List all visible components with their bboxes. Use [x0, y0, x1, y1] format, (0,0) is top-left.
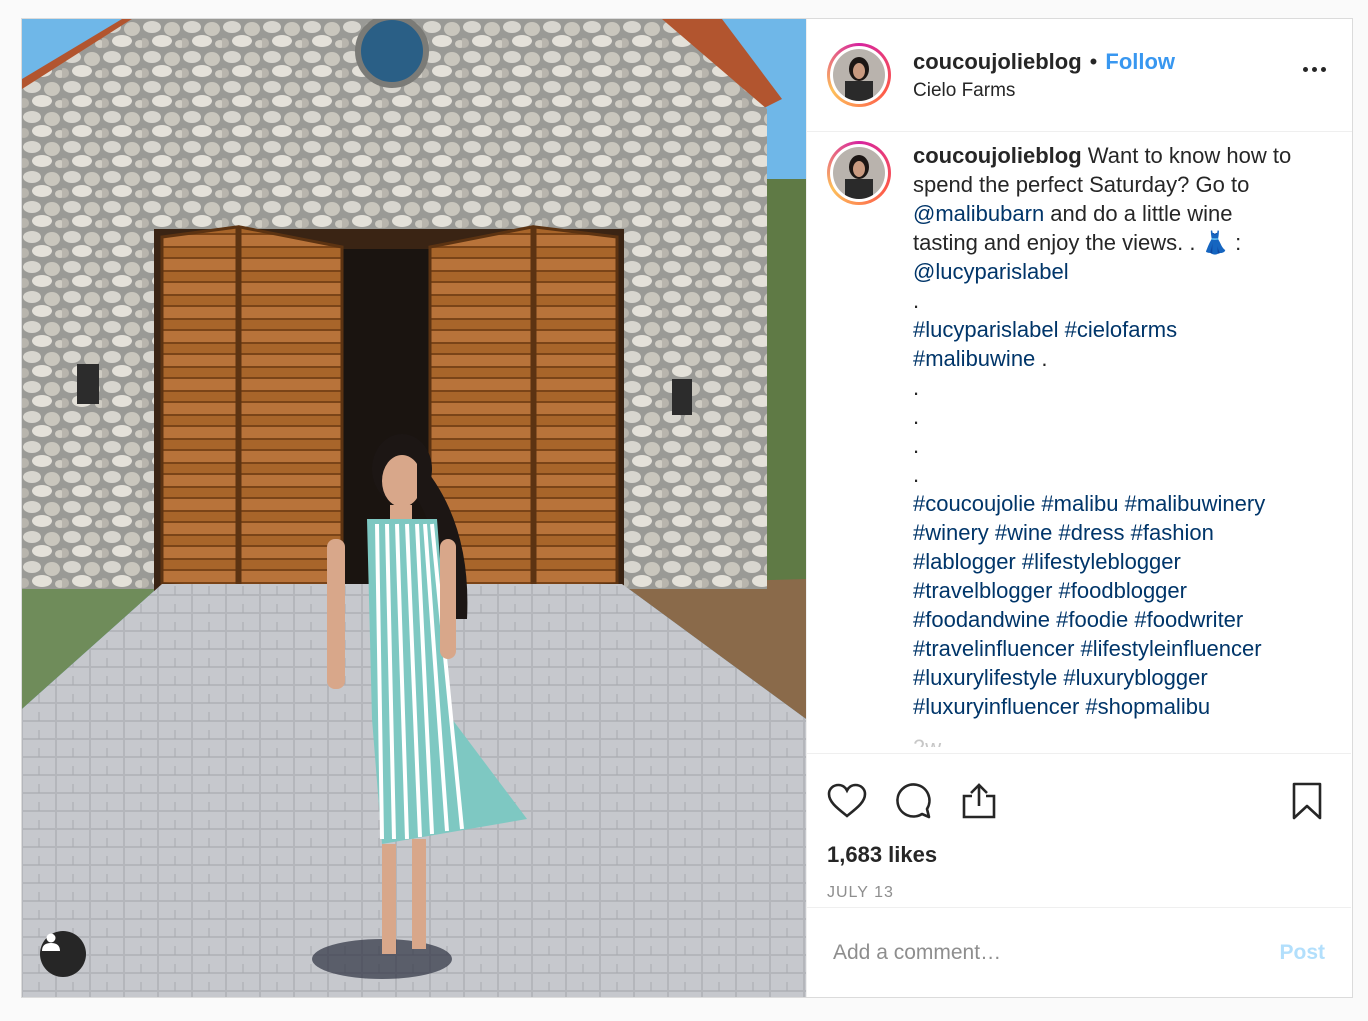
- caption: coucoujolieblog Want to know how to spen…: [807, 133, 1351, 747]
- more-options-icon[interactable]: [1303, 67, 1326, 72]
- comment-input[interactable]: [833, 940, 1280, 965]
- caption-dot: .: [913, 433, 920, 458]
- action-icons: [827, 754, 1331, 842]
- post-actions: 1,683 likes JULY 13: [807, 753, 1351, 907]
- caption-line-1: Want to know how to: [1087, 143, 1292, 168]
- caption-text: coucoujolieblog Want to know how to spen…: [913, 141, 1313, 747]
- hashtag-line[interactable]: #winery #wine #dress #fashion: [913, 518, 1313, 547]
- post-photo[interactable]: [22, 19, 806, 997]
- dress-emoji: 👗: [1201, 230, 1230, 255]
- location-link[interactable]: Cielo Farms: [913, 81, 1175, 100]
- hashtag-line[interactable]: #luxuryinfluencer #shopmalibu: [913, 692, 1313, 721]
- mention-lucyparislabel[interactable]: @lucyparislabel: [913, 257, 1313, 286]
- comment-icon[interactable]: [893, 781, 933, 821]
- hashtag-line[interactable]: #lablogger #lifestyleblogger: [913, 547, 1313, 576]
- hashtag-line[interactable]: #luxurylifestyle #luxuryblogger: [913, 663, 1313, 692]
- hashtag-link[interactable]: #malibuwine: [913, 346, 1035, 371]
- caption-avatar[interactable]: [827, 141, 891, 205]
- post-header: coucoujolieblog • Follow Cielo Farms: [807, 19, 1352, 132]
- mention-malibubarn[interactable]: @malibubarn: [913, 201, 1044, 226]
- hashtag-link[interactable]: #cielofarms: [1065, 317, 1177, 342]
- hashtag-line[interactable]: #travelblogger #foodblogger: [913, 576, 1313, 605]
- follow-button[interactable]: Follow: [1105, 50, 1175, 73]
- caption-dot: .: [913, 375, 920, 400]
- hashtag-line[interactable]: #travelinfluencer #lifestyleinfluencer: [913, 634, 1313, 663]
- caption-dot: .: [913, 404, 920, 429]
- comments-area[interactable]: coucoujolieblog Want to know how to spen…: [807, 133, 1351, 753]
- caption-line-2: spend the perfect Saturday? Go to: [913, 172, 1250, 197]
- share-icon[interactable]: [959, 781, 999, 821]
- caption-line-3: and do a little wine: [1044, 201, 1233, 226]
- caption-line-4: tasting and enjoy the views. .: [913, 230, 1202, 255]
- post-date[interactable]: JULY 13: [827, 884, 1331, 902]
- hashtag-line[interactable]: #coucoujolie #malibu #malibuwinery: [913, 489, 1313, 518]
- user-tag-icon[interactable]: [40, 931, 86, 977]
- caption-timestamp: 2w: [913, 733, 1313, 747]
- caption-dot: .: [913, 462, 920, 487]
- caption-dot-inline: .: [1035, 346, 1048, 371]
- hashtag-line[interactable]: #foodandwine #foodie #foodwriter: [913, 605, 1313, 634]
- likes-count[interactable]: 1,683 likes: [827, 842, 1331, 868]
- add-comment-bar: Post: [807, 907, 1351, 997]
- avatar[interactable]: [827, 43, 891, 107]
- heart-icon[interactable]: [827, 781, 867, 821]
- caption-dot: .: [913, 288, 920, 313]
- header-separator: •: [1089, 48, 1098, 74]
- caption-line-4-end: :: [1229, 230, 1242, 255]
- hashtag-link[interactable]: #lucyparislabel: [913, 317, 1059, 342]
- caption-username[interactable]: coucoujolieblog: [913, 143, 1082, 168]
- bookmark-icon[interactable]: [1287, 781, 1327, 821]
- post-container: coucoujolieblog • Follow Cielo Farms cou…: [21, 18, 1353, 998]
- photo-illustration: [22, 19, 806, 997]
- post-comment-button[interactable]: Post: [1279, 941, 1325, 965]
- header-username[interactable]: coucoujolieblog: [913, 50, 1082, 73]
- header-text: coucoujolieblog • Follow Cielo Farms: [913, 48, 1175, 100]
- post-side-panel: coucoujolieblog • Follow Cielo Farms cou…: [806, 19, 1352, 997]
